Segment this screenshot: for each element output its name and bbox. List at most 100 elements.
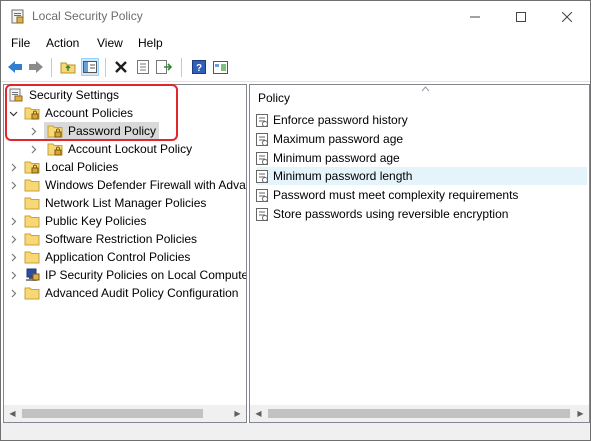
- tree-label: Local Policies: [45, 160, 119, 174]
- back-button[interactable]: [6, 58, 24, 76]
- menu-view[interactable]: View: [97, 36, 123, 50]
- scrollbar-thumb[interactable]: [22, 409, 203, 418]
- policy-row-reversible-encryption[interactable]: Store passwords using reversible encrypt…: [256, 205, 508, 223]
- policy-setting-icon: [256, 169, 268, 183]
- delete-button[interactable]: [112, 58, 130, 76]
- chevron-right-icon[interactable]: [9, 271, 18, 280]
- tree-label: Account Policies: [45, 106, 134, 120]
- tree-item-password-policy[interactable]: Password Policy: [29, 122, 160, 140]
- title-bar: Local Security Policy: [1, 1, 590, 32]
- policy-setting-icon: [256, 113, 268, 127]
- close-icon: [562, 11, 572, 22]
- forward-arrow-icon: [29, 61, 43, 73]
- toolbar: ?: [1, 54, 590, 82]
- toolbar-separator: [105, 58, 106, 77]
- tree-item-network-list-manager-policies[interactable]: Network List Manager Policies: [9, 194, 206, 212]
- scroll-right-icon[interactable]: ▶: [572, 405, 589, 422]
- tree-label: IP Security Policies on Local Compute: [45, 268, 247, 282]
- folder-lock-icon: [24, 161, 40, 174]
- folder-icon: [24, 215, 40, 228]
- folder-icon: [24, 251, 40, 264]
- tree-label: Public Key Policies: [45, 214, 147, 228]
- delete-icon: [115, 61, 127, 73]
- maximize-button[interactable]: [498, 1, 544, 32]
- scrollbar-thumb[interactable]: [268, 409, 570, 418]
- tree-item-account-lockout-policy[interactable]: Account Lockout Policy: [29, 140, 192, 158]
- scroll-left-icon[interactable]: ◀: [4, 405, 21, 422]
- export-list-icon: [156, 60, 172, 74]
- back-arrow-icon: [8, 61, 22, 73]
- tree-label: Application Control Policies: [45, 250, 191, 264]
- help-button[interactable]: ?: [190, 58, 208, 76]
- tree-label: Security Settings: [29, 88, 120, 102]
- tree-item-windows-defender-firewall[interactable]: Windows Defender Firewall with Adva: [9, 176, 246, 194]
- security-policy-app-icon: [11, 9, 24, 24]
- chevron-right-icon[interactable]: [9, 289, 18, 298]
- policy-list-pane[interactable]: Policy Enforce password history Maximum …: [249, 84, 590, 423]
- chevron-right-icon[interactable]: [29, 145, 38, 154]
- forward-button[interactable]: [27, 58, 45, 76]
- tree-item-local-policies[interactable]: Local Policies: [9, 158, 118, 176]
- chevron-right-icon[interactable]: [9, 163, 18, 172]
- column-header-policy[interactable]: Policy: [258, 91, 290, 105]
- policy-setting-icon: [256, 132, 268, 146]
- menu-help[interactable]: Help: [138, 36, 163, 50]
- folder-icon: [24, 233, 40, 246]
- chevron-down-icon[interactable]: [9, 109, 18, 118]
- properties-icon: [137, 60, 149, 74]
- right-horizontal-scrollbar[interactable]: ◀ ▶: [250, 405, 589, 422]
- main-window: Local Security Policy File Action View H…: [0, 0, 591, 441]
- tree-label: Windows Defender Firewall with Adva: [45, 178, 246, 192]
- tree-item-public-key-policies[interactable]: Public Key Policies: [9, 212, 146, 230]
- tree-item-account-policies[interactable]: Account Policies: [9, 104, 133, 122]
- policy-label: Store passwords using reversible encrypt…: [273, 207, 509, 221]
- minimize-button[interactable]: [452, 1, 498, 32]
- folder-lock-icon: [47, 143, 63, 156]
- policy-setting-icon: [256, 207, 268, 221]
- menu-bar: File Action View Help: [1, 32, 590, 54]
- tree-item-ip-security-policies[interactable]: IP Security Policies on Local Compute: [9, 266, 247, 284]
- chevron-right-icon[interactable]: [9, 235, 18, 244]
- chevron-right-icon[interactable]: [9, 181, 18, 190]
- folder-icon: [24, 197, 40, 210]
- scroll-left-icon[interactable]: ◀: [250, 405, 267, 422]
- help-icon: ?: [192, 60, 206, 74]
- folder-lock-icon: [47, 125, 63, 138]
- console-tree-pane[interactable]: Security Settings Account Policies Passw…: [3, 84, 247, 423]
- menu-file[interactable]: File: [11, 36, 30, 50]
- show-hide-console-tree-button[interactable]: [81, 58, 99, 76]
- chevron-right-icon[interactable]: [9, 253, 18, 262]
- properties-button[interactable]: [134, 58, 152, 76]
- up-one-level-button[interactable]: [59, 58, 77, 76]
- policy-row-enforce-password-history[interactable]: Enforce password history: [256, 111, 408, 129]
- policy-label: Password must meet complexity requiremen…: [273, 188, 519, 202]
- folder-icon: [24, 287, 40, 300]
- policy-row-minimum-password-age[interactable]: Minimum password age: [256, 149, 400, 167]
- tree-label: Account Lockout Policy: [68, 142, 193, 156]
- close-button[interactable]: [544, 1, 590, 32]
- view-button[interactable]: [211, 58, 229, 76]
- tree-item-security-settings[interactable]: Security Settings: [8, 86, 119, 104]
- chevron-right-icon[interactable]: [29, 127, 38, 136]
- up-folder-icon: [60, 62, 76, 74]
- policy-row-password-complexity[interactable]: Password must meet complexity requiremen…: [256, 186, 518, 204]
- tree-item-advanced-audit-policy[interactable]: Advanced Audit Policy Configuration: [9, 284, 238, 302]
- policy-setting-icon: [256, 151, 268, 165]
- window-title: Local Security Policy: [32, 9, 143, 23]
- tree-label: Password Policy: [68, 124, 157, 138]
- left-horizontal-scrollbar[interactable]: ◀ ▶: [4, 405, 246, 422]
- toolbar-separator: [51, 58, 52, 77]
- menu-action[interactable]: Action: [46, 36, 79, 50]
- tree-item-software-restriction-policies[interactable]: Software Restriction Policies: [9, 230, 197, 248]
- selected-highlight: Password Policy: [44, 122, 160, 140]
- minimize-icon: [470, 16, 480, 17]
- scroll-right-icon[interactable]: ▶: [229, 405, 246, 422]
- policy-label: Enforce password history: [273, 113, 408, 127]
- tree-label: Software Restriction Policies: [45, 232, 198, 246]
- policy-row-minimum-password-length[interactable]: Minimum password length: [256, 167, 587, 185]
- tree-item-application-control-policies[interactable]: Application Control Policies: [9, 248, 190, 266]
- show-hide-tree-icon: [83, 61, 97, 73]
- chevron-right-icon[interactable]: [9, 217, 18, 226]
- export-list-button[interactable]: [155, 58, 173, 76]
- policy-row-maximum-password-age[interactable]: Maximum password age: [256, 130, 403, 148]
